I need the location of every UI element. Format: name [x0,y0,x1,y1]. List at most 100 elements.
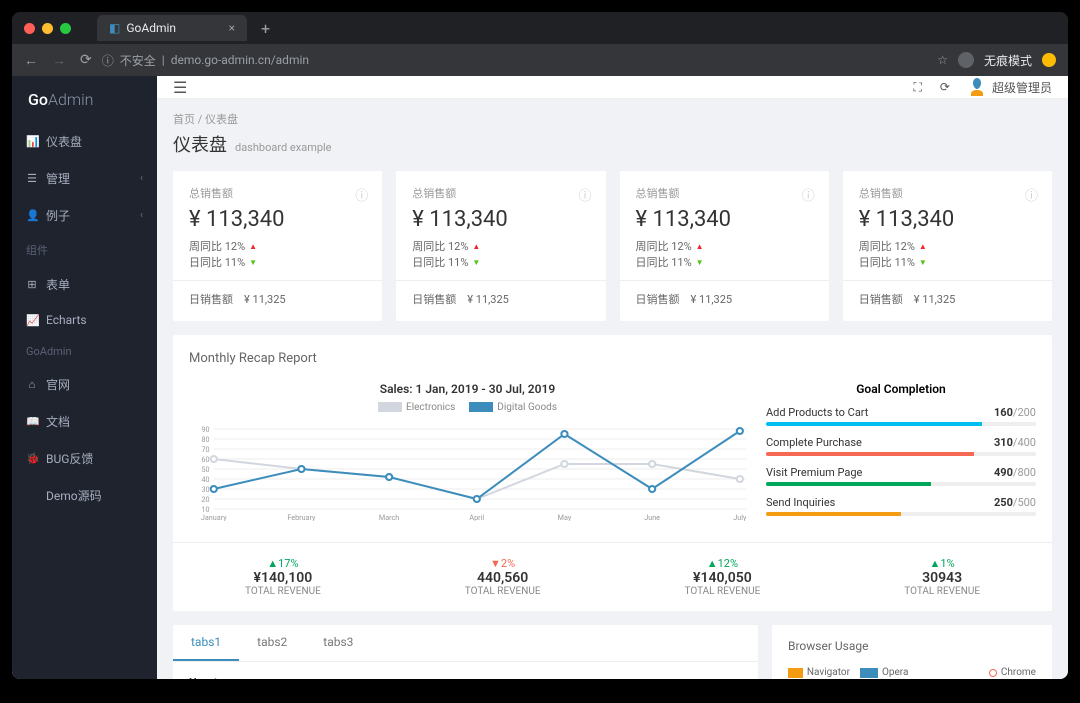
new-tab-button[interactable]: + [261,19,270,38]
tab-tabs3[interactable]: tabs3 [305,625,371,661]
stat-card-3: 总销售额ⓘ¥ 113,340周同比 12% ▲日同比 11% ▼日销售额 ¥ 1… [843,171,1052,321]
howto-title: How to use: [189,676,247,679]
kpi-0: ▲17%¥140,100TOTAL REVENUE [173,557,393,597]
goal-row-0: Add Products to Cart160/200 [766,406,1036,426]
sidebar-header-components: 组件 [12,234,157,266]
security-label: 不安全 [120,52,156,69]
incognito-label: 无痕模式 [984,52,1032,69]
user-avatar-icon [968,76,986,98]
sidebar-icon: ⊞ [26,278,38,291]
breadcrumb-current: 仪表盘 [205,113,238,126]
sidebar-icon: ☰ [26,172,38,185]
legend-Navigator: Navigator [788,667,850,678]
browser-list-Chrome: Chrome [989,667,1036,678]
goal-row-3: Send Inquiries250/500 [766,496,1036,516]
sidebar: GoAdmin 📊仪表盘☰管理‹👤例子‹ 组件 ⊞表单📈Echarts GoAd… [12,76,157,679]
info-icon: ⓘ [102,52,114,69]
svg-text:60: 60 [202,455,210,464]
reload-button[interactable]: ⟳ [80,52,92,69]
stat-card-2: 总销售额ⓘ¥ 113,340周同比 12% ▲日同比 11% ▼日销售额 ¥ 1… [620,171,829,321]
bookmark-icon[interactable]: ☆ [937,53,948,67]
info-icon[interactable]: ⓘ [1025,185,1038,204]
sidebar-item-c1[interactable]: 📖文档 [12,403,157,440]
browser-usage-title: Browser Usage [788,639,1036,653]
sidebar-toggle-icon[interactable]: ☰ [173,78,187,97]
breadcrumb: 首页 / 仪表盘 [173,111,1052,127]
svg-text:May: May [558,513,572,521]
tabs-panel: tabs1tabs2tabs3 How to use: Exactly like… [173,625,758,679]
sidebar-icon: 📖 [26,415,38,428]
window-title-bar: ◧ GoAdmin × + [12,12,1068,44]
svg-text:June: June [644,513,660,521]
info-icon[interactable]: ⓘ [355,185,368,204]
topbar: ☰ ⛶ ⟳ 超级管理员 [157,76,1068,99]
page-title: 仪表盘 dashboard example [173,131,1052,157]
back-button[interactable]: ← [24,52,38,69]
chart-legend: Electronics Digital Goods [189,402,746,413]
info-icon[interactable]: ⓘ [578,185,591,204]
svg-text:March: March [379,513,399,521]
sidebar-item-c3[interactable]: Demo源码 [12,477,157,514]
refresh-icon[interactable]: ⟳ [940,80,950,94]
browser-usage-panel: Browser Usage NavigatorOperaSafariFireFo… [772,625,1052,679]
tab-tabs2[interactable]: tabs2 [239,625,305,661]
profile-icon[interactable] [1042,53,1056,67]
kpi-1: ▼2%440,560TOTAL REVENUE [393,557,613,597]
chevron-left-icon: ‹ [140,173,143,184]
svg-text:February: February [287,513,316,521]
goal-row-2: Visit Premium Page490/800 [766,466,1036,486]
fullscreen-icon[interactable]: ⛶ [914,80,922,95]
incognito-icon [958,52,974,68]
svg-text:40: 40 [202,475,210,484]
address-bar: ← → ⟳ ⓘ 不安全 | demo.go-admin.cn/admin ☆ 无… [12,44,1068,76]
breadcrumb-home[interactable]: 首页 [173,113,195,126]
report-title: Monthly Recap Report [189,351,1036,366]
svg-text:50: 50 [202,465,210,474]
goal-row-1: Complete Purchase310/400 [766,436,1036,456]
legend-Opera: Opera [860,667,922,678]
kpi-2: ▲12%¥140,050TOTAL REVENUE [613,557,833,597]
tab-close-icon[interactable]: × [229,21,235,35]
window-maximize-button[interactable] [60,23,71,34]
kpi-3: ▲1%30943TOTAL REVENUE [832,557,1052,597]
sidebar-icon: 📈 [26,314,38,327]
line-chart: 102030405060708090JanuaryFebruaryMarchAp… [189,421,746,521]
stat-card-1: 总销售额ⓘ¥ 113,340周同比 12% ▲日同比 11% ▼日销售额 ¥ 1… [396,171,605,321]
browser-tab[interactable]: ◧ GoAdmin × [97,15,247,41]
tab-tabs1[interactable]: tabs1 [173,625,239,661]
report-panel: Monthly Recap Report Sales: 1 Jan, 2019 … [173,335,1052,611]
sidebar-item-a2[interactable]: 👤例子‹ [12,197,157,234]
url-input[interactable]: ⓘ 不安全 | demo.go-admin.cn/admin [102,52,927,69]
tab-favicon-icon: ◧ [109,21,120,35]
svg-text:April: April [469,513,484,521]
sidebar-item-a1[interactable]: ☰管理‹ [12,160,157,197]
forward-button[interactable]: → [52,52,66,69]
sidebar-icon: 🐞 [26,452,38,465]
user-menu[interactable]: 超级管理员 [968,76,1052,98]
sidebar-item-c2[interactable]: 🐞BUG反馈 [12,440,157,477]
url-text: demo.go-admin.cn/admin [171,53,309,67]
svg-text:30: 30 [202,485,210,494]
chevron-left-icon: ‹ [140,210,143,221]
sidebar-icon: 📊 [26,135,38,148]
sidebar-item-b0[interactable]: ⊞表单 [12,266,157,303]
user-name: 超级管理员 [992,79,1052,96]
info-icon[interactable]: ⓘ [802,185,815,204]
svg-text:70: 70 [202,445,210,454]
goals-title: Goal Completion [766,382,1036,396]
svg-text:80: 80 [202,435,210,444]
window-minimize-button[interactable] [42,23,53,34]
svg-text:90: 90 [202,425,210,434]
legend-swatch-digital [469,402,493,412]
sidebar-header-goadmin: GoAdmin [12,337,157,366]
sidebar-item-c0[interactable]: ⌂官网 [12,366,157,403]
window-close-button[interactable] [24,23,35,34]
sidebar-item-a0[interactable]: 📊仪表盘 [12,123,157,160]
svg-text:January: January [201,513,227,521]
sidebar-icon: 👤 [26,209,38,222]
stat-card-0: 总销售额ⓘ¥ 113,340周同比 12% ▲日同比 11% ▼日销售额 ¥ 1… [173,171,382,321]
sidebar-item-b1[interactable]: 📈Echarts [12,303,157,337]
logo[interactable]: GoAdmin [12,76,157,123]
sidebar-icon: ⌂ [26,378,38,391]
chart-title: Sales: 1 Jan, 2019 - 30 Jul, 2019 [189,382,746,396]
